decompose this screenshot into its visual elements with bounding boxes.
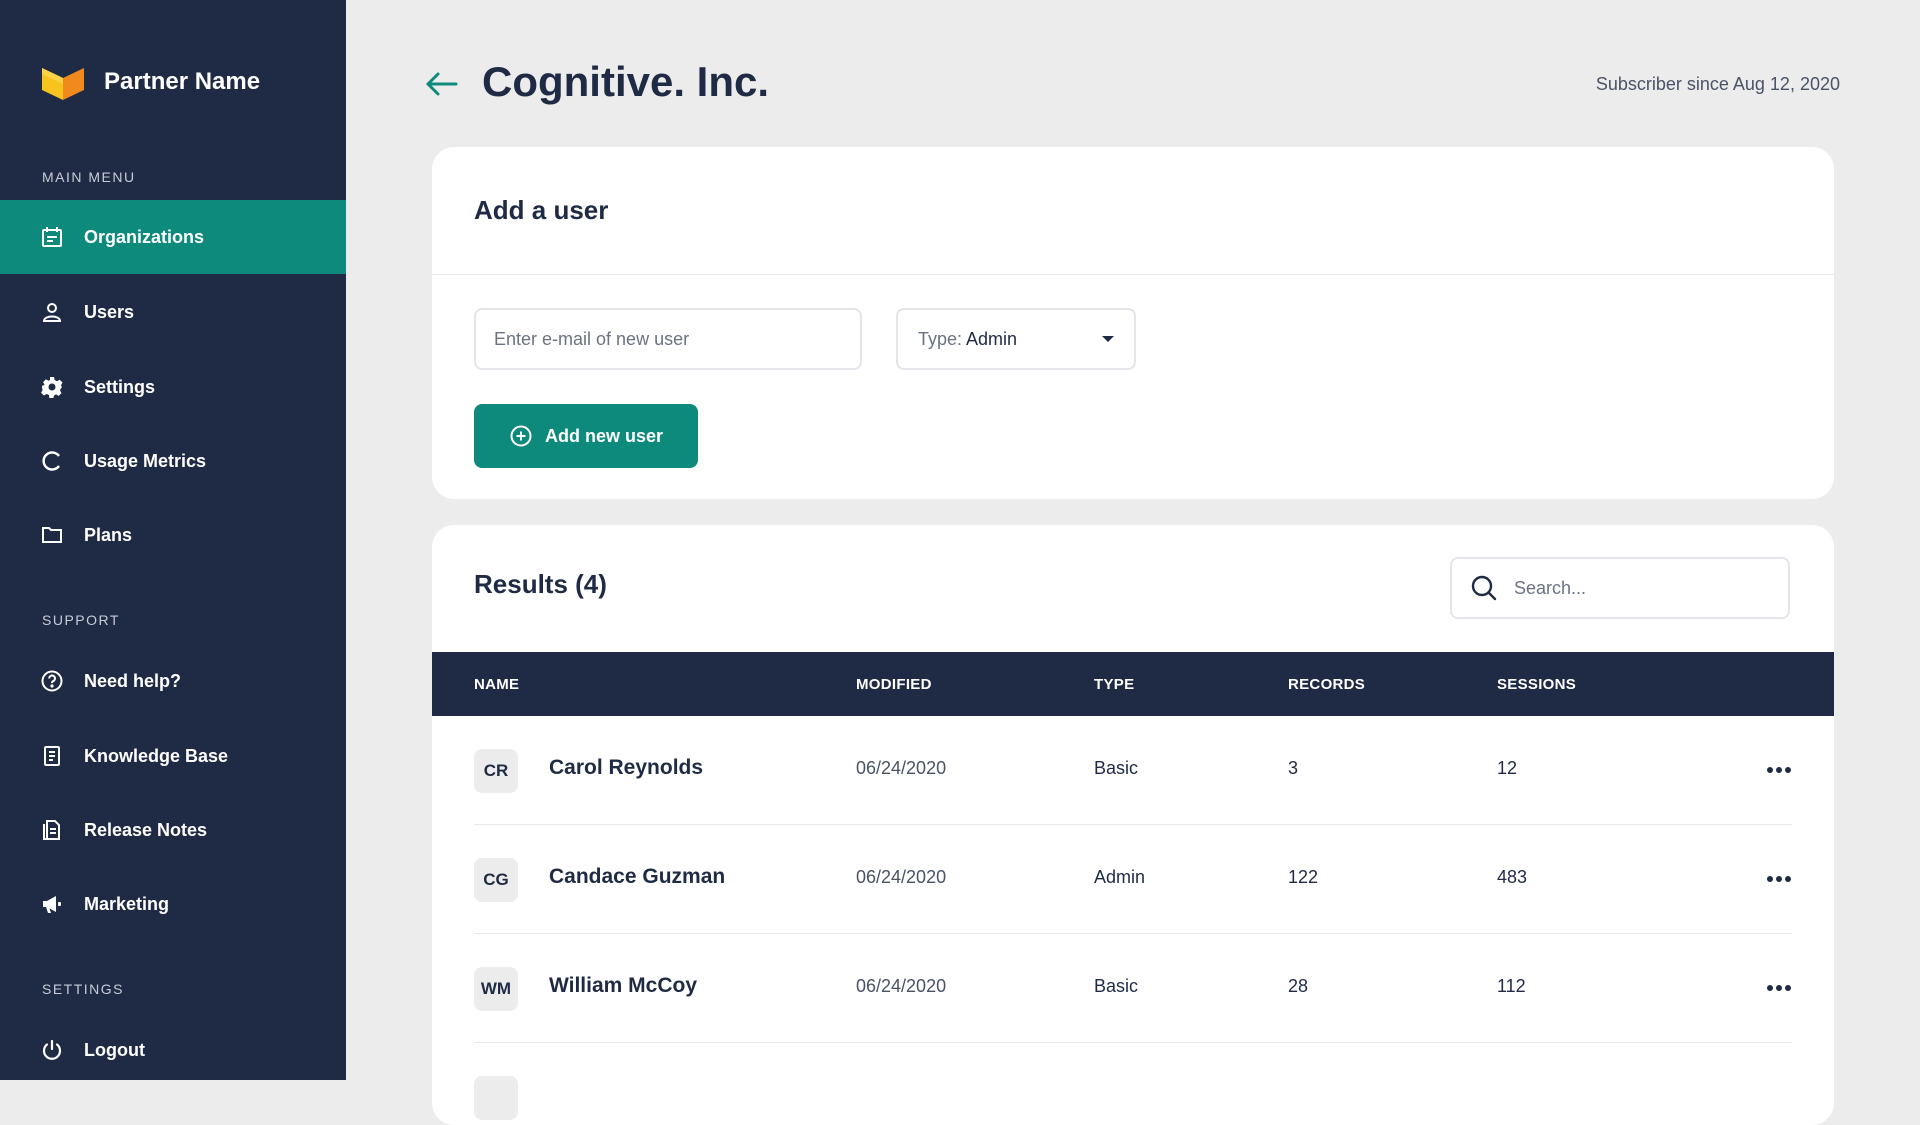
brand-name: Partner Name (104, 68, 261, 95)
gear-icon (40, 375, 64, 399)
subscriber-since-text: Subscriber since Aug 12, 2020 (1595, 74, 1840, 94)
column-header-modified[interactable]: MODIFIED (856, 676, 932, 693)
avatar: CG (474, 858, 518, 902)
user-type: Basic (1094, 758, 1139, 778)
sidebar-item-label: Usage Metrics (84, 450, 207, 471)
more-options-icon[interactable] (1764, 974, 1794, 1002)
section-label-support: SUPPORT (42, 612, 120, 628)
sidebar-item-label: Release Notes (84, 819, 208, 840)
sidebar-item-label: Settings (84, 376, 156, 397)
user-type: Basic (1094, 976, 1139, 996)
avatar (474, 1076, 518, 1120)
notes-icon (40, 818, 64, 842)
add-user-card: Add a user Type: Admin Add new user (432, 147, 1834, 499)
user-name: Carol Reynolds (549, 756, 704, 779)
user-icon (40, 300, 64, 324)
avatar: WM (474, 967, 518, 1011)
search-icon (1471, 575, 1497, 601)
modified-date: 06/24/2020 (856, 867, 947, 887)
add-new-user-label: Add new user (544, 425, 664, 446)
results-title: Results (4) (474, 569, 607, 599)
avatar: CR (474, 749, 518, 793)
table-header: NAME MODIFIED TYPE RECORDS SESSIONS (432, 652, 1834, 716)
sidebar-item-need-help[interactable]: Need help? (0, 644, 346, 718)
calendar-icon (40, 225, 64, 249)
user-name: Candace Guzman (549, 865, 726, 888)
sessions-count: 12 (1497, 758, 1518, 778)
sessions-count: 483 (1497, 867, 1528, 887)
column-header-type[interactable]: TYPE (1094, 676, 1134, 693)
help-circle-icon (40, 669, 64, 693)
results-card: Results (4) NAME MODIFIED TYPE RECORDS S… (432, 525, 1834, 1125)
sidebar-item-label: Organizations (84, 226, 205, 247)
sidebar-item-knowledge-base[interactable]: Knowledge Base (0, 719, 346, 793)
records-count: 122 (1288, 867, 1319, 887)
sidebar-item-plans[interactable]: Plans (0, 498, 346, 572)
sidebar-item-usage-metrics[interactable]: Usage Metrics (0, 424, 346, 498)
sidebar-item-label: Plans (84, 524, 133, 545)
type-select[interactable]: Type: Admin (896, 308, 1136, 370)
records-count: 3 (1288, 758, 1299, 778)
records-count: 28 (1288, 976, 1309, 996)
caret-down-icon (1102, 336, 1114, 342)
column-header-records[interactable]: RECORDS (1288, 676, 1365, 693)
search-input[interactable] (1512, 576, 1756, 600)
section-label-main-menu: MAIN MENU (42, 169, 136, 185)
sessions-count: 112 (1497, 976, 1526, 996)
folder-icon (40, 523, 64, 547)
back-arrow-icon[interactable] (424, 66, 460, 102)
sidebar-item-organizations[interactable]: Organizations (0, 200, 346, 274)
megaphone-icon (40, 892, 64, 916)
power-icon (40, 1038, 64, 1062)
card-divider (432, 274, 1834, 275)
table-row[interactable] (432, 1043, 1834, 1125)
user-type: Admin (1094, 867, 1146, 887)
sidebar-item-marketing[interactable]: Marketing (0, 867, 346, 941)
plus-circle-icon (510, 425, 532, 447)
user-name: William McCoy (549, 974, 698, 997)
sidebar-item-settings[interactable]: Settings (0, 350, 346, 424)
more-options-icon[interactable] (1764, 756, 1794, 784)
sidebar-item-label: Marketing (84, 893, 170, 914)
type-select-prefix: Type: (918, 328, 963, 349)
sidebar-item-logout[interactable]: Logout (0, 1013, 346, 1087)
sidebar-item-label: Logout (84, 1039, 145, 1060)
section-label-settings: SETTINGS (42, 981, 125, 997)
sidebar-item-label: Knowledge Base (84, 745, 229, 766)
modified-date: 06/24/2020 (856, 976, 947, 996)
more-options-icon[interactable] (1764, 865, 1794, 893)
sidebar-item-users[interactable]: Users (0, 275, 346, 349)
type-select-value: Admin (966, 328, 1018, 349)
column-header-name[interactable]: NAME (474, 676, 519, 693)
sidebar-item-release-notes[interactable]: Release Notes (0, 793, 346, 867)
book-icon (40, 744, 64, 768)
page-title: Cognitive. Inc. (482, 58, 770, 105)
sidebar-item-label: Users (84, 301, 135, 322)
table-row[interactable]: CG Candace Guzman 06/24/2020 Admin 122 4… (432, 825, 1834, 934)
column-header-sessions[interactable]: SESSIONS (1497, 676, 1576, 693)
brand[interactable]: Partner Name (42, 64, 260, 100)
table-row[interactable]: CR Carol Reynolds 06/24/2020 Basic 3 12 (432, 716, 1834, 825)
brand-logo-icon (42, 68, 84, 100)
email-field[interactable] (474, 308, 862, 370)
table-row[interactable]: WM William McCoy 06/24/2020 Basic 28 112 (432, 934, 1834, 1043)
add-new-user-button[interactable]: Add new user (474, 404, 698, 468)
modified-date: 06/24/2020 (856, 758, 947, 778)
refresh-icon (40, 449, 64, 473)
search-box[interactable] (1450, 557, 1790, 619)
sidebar-item-label: Need help? (84, 670, 182, 691)
sidebar: Partner Name MAIN MENU Organizations Use… (0, 0, 346, 1080)
add-user-title: Add a user (474, 195, 609, 225)
